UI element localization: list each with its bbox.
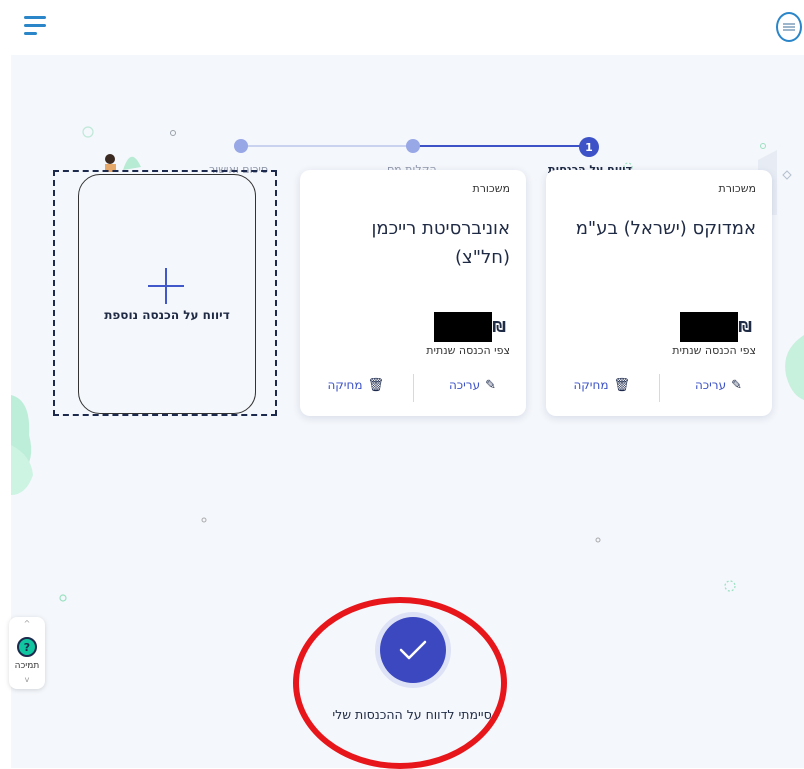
shekel-symbol: ₪ bbox=[738, 318, 752, 336]
annual-amount: ₪ bbox=[680, 312, 756, 342]
add-income-card-outline: דיווח על הכנסה נוספת bbox=[53, 170, 277, 416]
top-bar bbox=[0, 0, 804, 55]
delete-label: מחיקה bbox=[327, 378, 363, 392]
step-1-indicator[interactable]: 1 bbox=[579, 137, 599, 157]
step-3-indicator[interactable] bbox=[234, 139, 248, 153]
delete-button[interactable]: 🗑 מחיקה bbox=[573, 378, 630, 393]
employer-name: אוניברסיטת רייכמן (חל"צ) bbox=[371, 218, 510, 268]
support-label[interactable]: תמיכה bbox=[9, 661, 45, 671]
card-actions: ✎ עריכה 🗑 מחיקה bbox=[546, 374, 772, 402]
edit-label: עריכה bbox=[694, 378, 727, 392]
annual-amount-caption: צפי הכנסה שנתית bbox=[672, 344, 756, 357]
edit-button[interactable]: ✎ עריכה bbox=[449, 378, 496, 393]
employer-name: אמדוקס (ישראל) בע"מ bbox=[575, 218, 756, 239]
edit-button[interactable]: ✎ עריכה bbox=[695, 378, 742, 393]
annual-amount-caption: צפי הכנסה שנתית bbox=[426, 344, 510, 357]
highlight-annotation-ring bbox=[293, 597, 507, 769]
add-income-label[interactable]: דיווח על הכנסה נוספת bbox=[55, 308, 279, 322]
question-mark-icon[interactable]: ? bbox=[17, 637, 37, 657]
redacted-amount bbox=[680, 312, 739, 342]
organization-logo-icon[interactable] bbox=[776, 12, 802, 42]
hamburger-menu-icon[interactable] bbox=[24, 16, 48, 36]
shekel-symbol: ₪ bbox=[492, 318, 506, 336]
delete-label: מחיקה bbox=[573, 378, 609, 392]
pencil-icon: ✎ bbox=[731, 378, 742, 393]
trash-icon: 🗑 bbox=[367, 378, 384, 393]
annual-amount: ₪ bbox=[434, 312, 510, 342]
step-2-indicator[interactable] bbox=[406, 139, 420, 153]
stepper-line-active bbox=[411, 145, 587, 147]
card-actions: ✎ עריכה 🗑 מחיקה bbox=[300, 374, 526, 402]
chevron-up-icon[interactable]: ^ bbox=[9, 619, 45, 628]
income-card-reichman: משכורת אוניברסיטת רייכמן (חל"צ) ₪ צפי הכ… bbox=[300, 170, 526, 416]
chevron-down-icon[interactable]: v bbox=[9, 675, 45, 684]
trash-icon: 🗑 bbox=[613, 378, 630, 393]
plus-icon[interactable] bbox=[148, 268, 184, 304]
support-widget[interactable]: ^ ? תמיכה v bbox=[9, 617, 45, 689]
redacted-amount bbox=[434, 312, 493, 342]
stepper-line bbox=[241, 145, 413, 147]
income-type-label: משכורת bbox=[718, 182, 756, 195]
pencil-icon: ✎ bbox=[485, 378, 496, 393]
edit-label: עריכה bbox=[448, 378, 481, 392]
income-card-amdocs: משכורת אמדוקס (ישראל) בע"מ ₪ צפי הכנסה ש… bbox=[546, 170, 772, 416]
income-type-label: משכורת bbox=[472, 182, 510, 195]
actions-divider bbox=[659, 374, 660, 402]
delete-button[interactable]: 🗑 מחיקה bbox=[327, 378, 384, 393]
actions-divider bbox=[413, 374, 414, 402]
